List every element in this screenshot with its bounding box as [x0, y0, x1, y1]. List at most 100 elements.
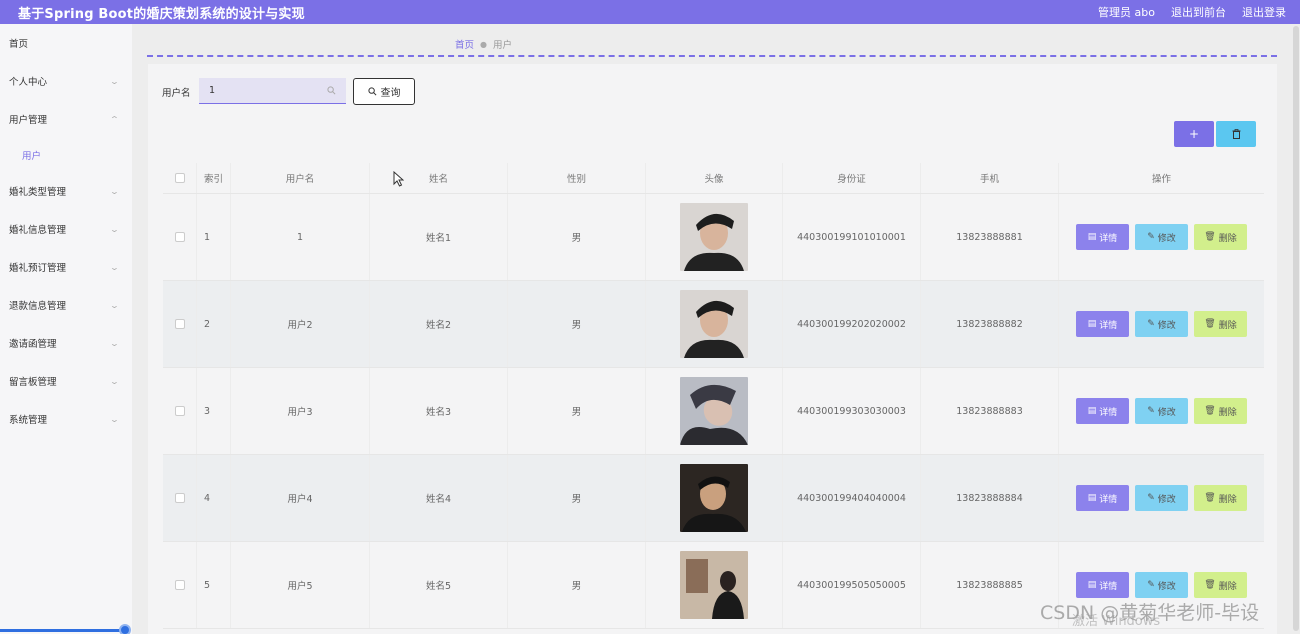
cell-index: 4 — [197, 455, 231, 541]
sidebar-item-label: 首页 — [9, 39, 29, 50]
batch-delete-button[interactable] — [1216, 121, 1256, 147]
delete-button[interactable]: 🗑 删除 — [1194, 224, 1247, 250]
cell-index: 2 — [197, 281, 231, 367]
document-icon: ▤ — [1087, 232, 1097, 242]
cell-username: 1 — [231, 194, 370, 280]
query-button-label: 查询 — [380, 88, 401, 99]
cell-id-card: 440300199303030003 — [783, 368, 921, 454]
breadcrumb-home[interactable]: 首页 — [455, 37, 474, 51]
sidebar-item-label: 个人中心 — [9, 77, 48, 88]
delete-button[interactable]: 🗑 删除 — [1194, 311, 1247, 337]
cell-name: 姓名3 — [370, 368, 508, 454]
avatar[interactable] — [680, 551, 748, 619]
sidebar-item-message-board[interactable]: 留言板管理 ⌄ — [0, 362, 132, 400]
edit-button[interactable]: ✎ 修改 — [1135, 572, 1188, 598]
avatar[interactable] — [680, 203, 748, 271]
detail-button[interactable]: ▤ 详情 — [1076, 485, 1129, 511]
sidebar-item-wedding-type[interactable]: 婚礼类型管理 ⌄ — [0, 172, 132, 210]
sidebar-item-user-management[interactable]: 用户管理 ⌃ — [0, 100, 132, 138]
cell-avatar — [646, 368, 783, 454]
pencil-icon: ✎ — [1147, 406, 1155, 416]
cell-name: 姓名1 — [370, 194, 508, 280]
select-all-checkbox[interactable] — [174, 173, 185, 183]
avatar[interactable] — [680, 377, 748, 445]
delete-button[interactable]: 🗑 删除 — [1194, 398, 1247, 424]
chevron-down-icon: ⌄ — [109, 338, 120, 348]
breadcrumb-current: 用户 — [493, 40, 513, 51]
cell-gender: 男 — [508, 542, 646, 628]
select-all-cell — [163, 163, 197, 193]
table-row: 1 1 姓名1 男 440300199101010001 13823888881… — [163, 194, 1264, 281]
header-actions: 操作 — [1151, 174, 1171, 185]
delete-button[interactable]: 🗑 删除 — [1194, 485, 1247, 511]
sidebar-slider-handle[interactable] — [119, 624, 131, 634]
logout-link[interactable]: 退出登录 — [1242, 4, 1286, 20]
edit-label: 修改 — [1157, 320, 1176, 331]
detail-label: 详情 — [1099, 407, 1118, 418]
divider — [147, 55, 1277, 57]
sidebar: 首页 个人中心 ⌄ 用户管理 ⌃ 用户 婚礼类型管理 ⌄ 婚礼信息管理 ⌄ 婚礼… — [0, 24, 132, 634]
search-input[interactable]: 1 — [199, 78, 346, 104]
row-checkbox[interactable] — [174, 319, 185, 329]
cell-phone: 13823888883 — [921, 368, 1059, 454]
sidebar-item-system[interactable]: 系统管理 ⌄ — [0, 400, 132, 438]
cell-name: 姓名4 — [370, 455, 508, 541]
row-checkbox[interactable] — [174, 580, 185, 590]
add-button[interactable]: + — [1174, 121, 1214, 147]
detail-button[interactable]: ▤ 详情 — [1076, 224, 1129, 250]
edit-label: 修改 — [1157, 233, 1176, 244]
row-select-cell — [163, 194, 197, 280]
detail-button[interactable]: ▤ 详情 — [1076, 311, 1129, 337]
edit-button[interactable]: ✎ 修改 — [1135, 485, 1188, 511]
pencil-icon: ✎ — [1147, 319, 1155, 329]
avatar[interactable] — [680, 290, 748, 358]
header-phone: 手机 — [921, 163, 1059, 193]
detail-label: 详情 — [1099, 320, 1118, 331]
avatar[interactable] — [680, 464, 748, 532]
frontend-link[interactable]: 退出到前台 — [1171, 4, 1226, 20]
cell-gender: 男 — [508, 281, 646, 367]
chevron-down-icon: ⌄ — [109, 376, 120, 386]
delete-button[interactable]: 🗑 删除 — [1194, 572, 1247, 598]
sidebar-item-home[interactable]: 首页 — [0, 24, 132, 62]
cell-avatar — [646, 455, 783, 541]
sidebar-slider[interactable] — [0, 629, 126, 632]
cell-avatar — [646, 542, 783, 628]
trash-icon: 🗑 — [1204, 232, 1216, 242]
users-table: 索引 用户名 姓名 性别 头像 身份证 手机 操作 1 1 姓名1 男 4403… — [163, 163, 1264, 629]
sidebar-item-label: 退款信息管理 — [9, 301, 67, 312]
edit-button[interactable]: ✎ 修改 — [1135, 398, 1188, 424]
sidebar-item-users[interactable]: 用户 — [0, 138, 132, 172]
sidebar-item-label: 用户管理 — [9, 115, 48, 126]
trash-icon: 🗑 — [1204, 493, 1216, 503]
row-select-cell — [163, 455, 197, 541]
document-icon: ▤ — [1087, 406, 1097, 416]
sidebar-item-wedding-info[interactable]: 婚礼信息管理 ⌄ — [0, 210, 132, 248]
edit-label: 修改 — [1157, 494, 1176, 505]
chevron-down-icon: ⌄ — [109, 224, 120, 234]
trash-icon: 🗑 — [1204, 580, 1216, 590]
trash-icon: 🗑 — [1204, 406, 1216, 416]
table-header-row: 索引 用户名 姓名 性别 头像 身份证 手机 操作 — [163, 163, 1264, 194]
scrollbar-thumb[interactable] — [1293, 26, 1299, 631]
content-panel: 用户名 1 查询 + 索引 用户名 姓名 性别 头像 身份证 手机 操作 1 1… — [148, 64, 1277, 634]
app-title: 基于Spring Boot的婚庆策划系统的设计与实现 — [18, 6, 305, 22]
row-checkbox[interactable] — [174, 493, 185, 503]
detail-button[interactable]: ▤ 详情 — [1076, 572, 1129, 598]
cell-index: 3 — [197, 368, 231, 454]
delete-label: 删除 — [1218, 494, 1237, 505]
activate-windows-notice: 激活 Windows — [1072, 614, 1161, 629]
cell-name: 姓名2 — [370, 281, 508, 367]
chevron-up-icon: ⌃ — [109, 114, 120, 124]
query-button[interactable]: 查询 — [353, 78, 415, 105]
sidebar-item-refund[interactable]: 退款信息管理 ⌄ — [0, 286, 132, 324]
sidebar-item-wedding-booking[interactable]: 婚礼预订管理 ⌄ — [0, 248, 132, 286]
row-checkbox[interactable] — [174, 232, 185, 242]
cell-actions: ▤ 详情 ✎ 修改 🗑 删除 — [1059, 368, 1264, 454]
sidebar-item-invitation[interactable]: 邀请函管理 ⌄ — [0, 324, 132, 362]
edit-button[interactable]: ✎ 修改 — [1135, 311, 1188, 337]
sidebar-item-personal-center[interactable]: 个人中心 ⌄ — [0, 62, 132, 100]
row-checkbox[interactable] — [174, 406, 185, 416]
detail-button[interactable]: ▤ 详情 — [1076, 398, 1129, 424]
edit-button[interactable]: ✎ 修改 — [1135, 224, 1188, 250]
